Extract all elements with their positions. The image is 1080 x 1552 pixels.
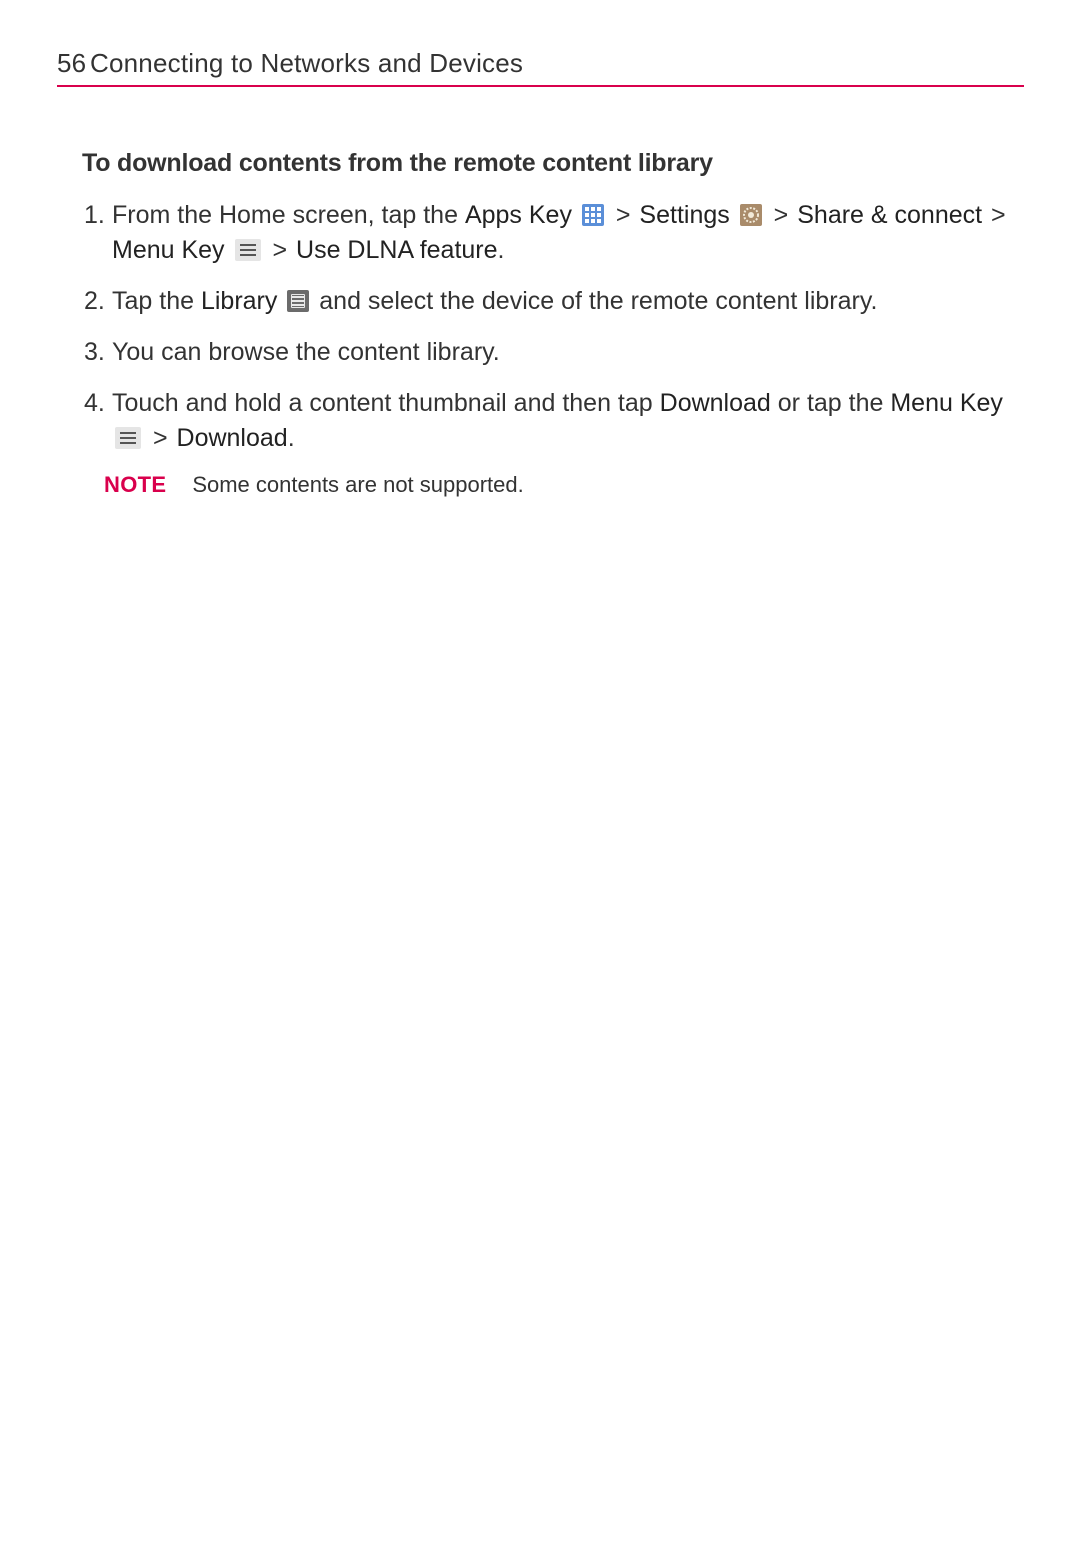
step-number: 2.	[84, 284, 105, 319]
page-header: 56 Connecting to Networks and Devices	[57, 45, 1024, 87]
breadcrumb-separator: >	[272, 233, 287, 268]
step-number: 3.	[84, 335, 105, 370]
note-text: Some contents are not supported.	[192, 472, 523, 498]
use-dlna-label: Use DLNA feature	[296, 236, 498, 264]
instruction-step: 1. From the Home screen, tap the Apps Ke…	[82, 198, 1010, 268]
step-number: 1.	[84, 198, 105, 233]
apps-grid-icon	[582, 204, 604, 226]
breadcrumb-separator: >	[153, 421, 168, 456]
step-text: Touch and hold a content thumbnail and t…	[112, 389, 660, 417]
step-text: Tap the	[112, 287, 201, 315]
breadcrumb-separator: >	[616, 198, 631, 233]
instruction-list: 1. From the Home screen, tap the Apps Ke…	[82, 198, 1010, 456]
share-connect-label: Share & connect	[797, 201, 982, 229]
chapter-title: Connecting to Networks and Devices	[90, 48, 523, 79]
menu-key-label: Menu Key	[890, 389, 1003, 417]
instruction-step: 3. You can browse the content library.	[82, 335, 1010, 370]
menu-hamburger-icon	[115, 427, 141, 449]
step-text: and select the device of the remote cont…	[312, 287, 877, 315]
note-label: NOTE	[104, 472, 166, 498]
instruction-step: 2. Tap the Library and select the device…	[82, 284, 1010, 319]
page-content: To download contents from the remote con…	[82, 149, 1010, 498]
library-label: Library	[201, 287, 277, 315]
step-text: You can browse the content library.	[112, 338, 500, 366]
apps-key-label: Apps Key	[465, 201, 572, 229]
menu-hamburger-icon	[235, 239, 261, 261]
download-label: Download	[660, 389, 771, 417]
section-heading: To download contents from the remote con…	[82, 149, 1010, 178]
page-number: 56	[57, 48, 86, 79]
breadcrumb-separator: >	[774, 198, 789, 233]
settings-gear-icon	[740, 204, 762, 226]
step-text: .	[288, 424, 295, 452]
download-label: Download	[177, 424, 288, 452]
step-number: 4.	[84, 386, 105, 421]
menu-key-label: Menu Key	[112, 236, 225, 264]
step-text: From the Home screen, tap the	[112, 201, 465, 229]
breadcrumb-separator: >	[991, 198, 1006, 233]
step-text: or tap the	[771, 389, 891, 417]
settings-label: Settings	[639, 201, 729, 229]
instruction-step: 4. Touch and hold a content thumbnail an…	[82, 386, 1010, 456]
note-block: NOTE Some contents are not supported.	[82, 472, 1010, 498]
manual-page: 56 Connecting to Networks and Devices To…	[0, 0, 1080, 1552]
step-text: .	[498, 236, 505, 264]
library-icon	[287, 290, 309, 312]
